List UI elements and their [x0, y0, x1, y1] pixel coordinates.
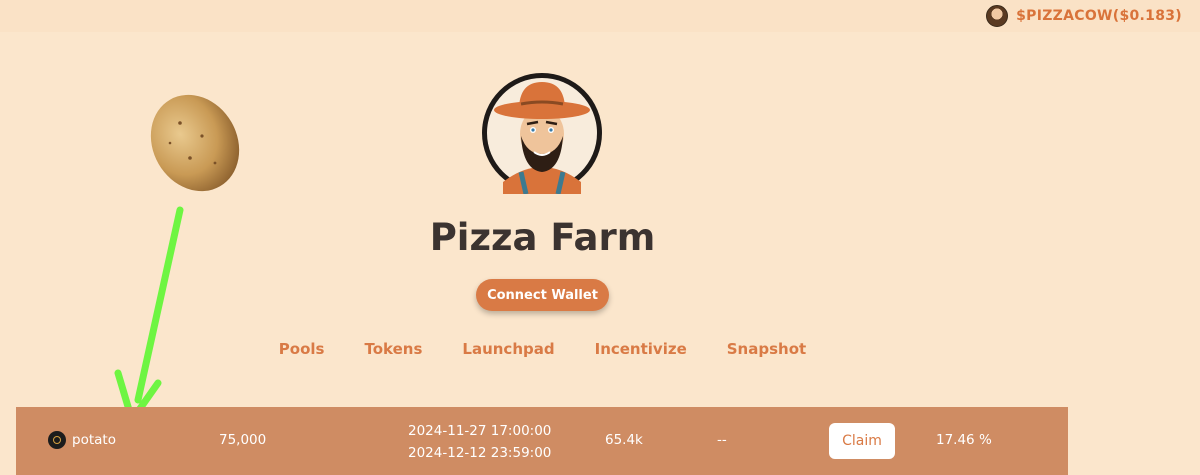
pool-row: potato 75,000 2024-11-27 17:00:00 2024-1…: [16, 407, 1068, 475]
pool-token-name: potato: [72, 432, 116, 448]
pool-start-date: 2024-11-27 17:00:00: [408, 423, 552, 439]
top-bar: $PIZZACOW($0.183): [0, 0, 1200, 32]
nav-snapshot[interactable]: Snapshot: [727, 340, 806, 358]
nav-incentivize[interactable]: Incentivize: [595, 340, 687, 358]
token-price-label: $PIZZACOW($0.183): [1016, 8, 1182, 24]
page-title: Pizza Farm: [429, 216, 656, 259]
pool-apr: 17.46 %: [936, 432, 992, 448]
token-price-chip[interactable]: $PIZZACOW($0.183): [986, 5, 1182, 27]
main-nav: Pools Tokens Launchpad Incentivize Snaps…: [0, 340, 1085, 358]
potato-token-icon: [48, 431, 66, 449]
pool-user-stake: --: [717, 432, 727, 448]
nav-pools[interactable]: Pools: [279, 340, 325, 358]
pool-token[interactable]: potato: [48, 431, 116, 449]
pool-tvl: 65.4k: [605, 432, 643, 448]
nav-tokens[interactable]: Tokens: [364, 340, 422, 358]
pool-dates: 2024-11-27 17:00:00 2024-12-12 23:59:00: [408, 420, 551, 464]
pool-reward-amount: 75,000: [219, 432, 267, 448]
nav-launchpad[interactable]: Launchpad: [462, 340, 554, 358]
potato-image: [150, 94, 240, 192]
claim-button[interactable]: Claim: [829, 423, 895, 459]
connect-wallet-button[interactable]: Connect Wallet: [476, 279, 609, 311]
pizzacow-token-icon: [986, 5, 1009, 27]
pool-end-date: 2024-12-12 23:59:00: [408, 445, 552, 461]
farmer-logo: [482, 73, 602, 194]
